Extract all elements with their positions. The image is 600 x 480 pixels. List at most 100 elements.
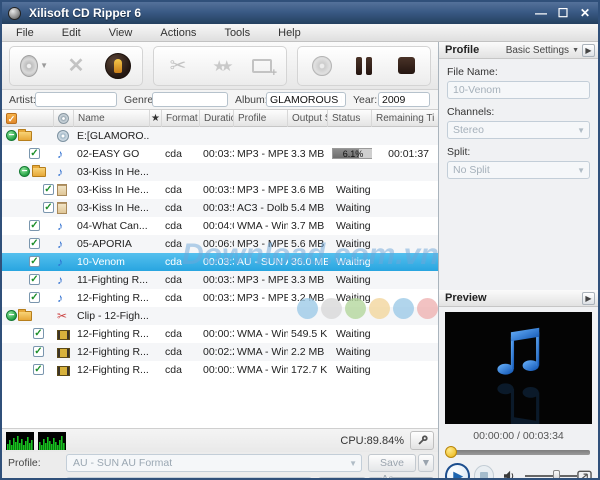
remaining-column-header[interactable]: Remaining Time (372, 110, 435, 127)
eject-button[interactable] (308, 52, 336, 80)
star-column-header[interactable]: ★ (150, 110, 162, 127)
add-profile-button[interactable] (248, 52, 276, 80)
maximize-button[interactable]: ☐ (556, 6, 570, 20)
toolbar: ▼ ✕ ✂ ★★ (2, 42, 438, 90)
start-rip-icon (105, 53, 131, 79)
play-button[interactable]: ▶ (445, 463, 470, 480)
collapse-preview-button[interactable]: ▶ (582, 292, 595, 305)
status-column-header[interactable]: Status (328, 110, 372, 127)
preview-panel-title: Preview (445, 292, 487, 304)
table-row[interactable]: ✓♪05-APORIAcda00:06:09MP3 - MPEG ...5.6 … (2, 235, 438, 253)
row-checkbox[interactable]: ✓ (29, 256, 40, 267)
preview-stop-button[interactable] (474, 465, 495, 480)
menu-file[interactable]: File (2, 27, 48, 39)
eject-disc-icon (312, 56, 332, 76)
row-checkbox[interactable]: ✓ (29, 220, 40, 231)
note-icon: ♪ (57, 255, 63, 269)
table-row[interactable]: ✓12-Fighting R...cda00:00:11WMA - Wind..… (2, 361, 438, 379)
duration-column-header[interactable]: Duration (200, 110, 234, 127)
note-icon: ♪ (57, 219, 63, 233)
table-row[interactable]: ✓♪12-Fighting R...cda00:03:28MP3 - MPEG … (2, 289, 438, 307)
select-all-header[interactable]: ✓ (2, 110, 54, 127)
table-header: ✓ Name ★ Format Duration Profile Output … (2, 110, 438, 127)
effects-icon: ★★ (213, 57, 228, 75)
table-row[interactable]: ✓12-Fighting R...cda00:00:35WMA - Wind..… (2, 325, 438, 343)
expand-toggle[interactable]: − (19, 166, 30, 177)
row-checkbox[interactable]: ✓ (43, 184, 54, 195)
channels-select[interactable]: Stereo ▼ (447, 121, 590, 139)
row-checkbox[interactable]: ✓ (33, 346, 44, 357)
start-rip-button[interactable] (104, 52, 132, 80)
table-row[interactable]: ✓♪02-EASY GOcda00:03:38MP3 - MPEG ...3.3… (2, 145, 438, 163)
save-as-dropdown-button[interactable]: ▼ (418, 454, 434, 472)
volume-slider[interactable] (525, 475, 577, 477)
settings-button[interactable] (410, 431, 434, 450)
menu-view[interactable]: View (95, 27, 147, 39)
menu-help[interactable]: Help (264, 27, 315, 39)
row-checkbox[interactable]: ✓ (43, 202, 54, 213)
pause-button[interactable] (350, 52, 378, 80)
settings-mode-toggle[interactable]: Basic Settings (506, 45, 569, 56)
chevron-down-icon: ▼ (40, 61, 48, 70)
seek-bar[interactable] (447, 450, 590, 455)
seek-knob[interactable] (445, 446, 457, 458)
profile-combo[interactable]: AU - SUN AU Format ▼ (66, 454, 362, 472)
expand-toggle[interactable]: − (6, 130, 17, 141)
volume-knob[interactable] (553, 470, 560, 480)
table-row[interactable]: −✂Clip - 12-Figh... (2, 307, 438, 325)
table-row[interactable]: ✓♪04-What Can...cda00:04:02WMA - Wind...… (2, 217, 438, 235)
year-input[interactable] (378, 92, 430, 107)
stop-button[interactable] (392, 52, 420, 80)
expand-toggle[interactable]: − (6, 310, 17, 321)
profile-panel-header: Profile Basic Settings ▼ ▶ (439, 42, 598, 59)
format-column-header[interactable]: Format (162, 110, 200, 127)
album-input[interactable] (266, 92, 346, 107)
menu-tools[interactable]: Tools (210, 27, 264, 39)
output-size-column-header[interactable]: Output Size (288, 110, 328, 127)
row-checkbox[interactable]: ✓ (29, 238, 40, 249)
minimize-button[interactable]: — (534, 6, 548, 20)
table-row[interactable]: ✓12-Fighting R...cda00:02:25WMA - Wind..… (2, 343, 438, 361)
close-button[interactable]: ✕ (578, 6, 592, 20)
genre-input[interactable] (152, 92, 228, 107)
row-checkbox[interactable]: ✓ (29, 274, 40, 285)
row-checkbox[interactable]: ✓ (29, 148, 40, 159)
file-icon (57, 184, 67, 196)
preview-video-area (445, 312, 592, 424)
table-row[interactable]: −E:[GLAMORO... (2, 127, 438, 145)
rip-disc-button[interactable]: ▼ (20, 52, 48, 80)
table-row[interactable]: ✓♪11-Fighting R...cda00:03:34MP3 - MPEG … (2, 271, 438, 289)
split-select[interactable]: No Split ▼ (447, 161, 590, 179)
table-row[interactable]: ✓03-Kiss In He...cda00:03:54MP3 - MPEG .… (2, 181, 438, 199)
collapse-panel-button[interactable]: ▶ (582, 44, 595, 57)
destination-row: Destination: D:\My Music ▼ Browse... ▼ O… (2, 475, 438, 480)
profile-column-header[interactable]: Profile (234, 110, 288, 127)
row-checkbox[interactable]: ✓ (33, 364, 44, 375)
chevron-down-icon: ▼ (577, 163, 585, 179)
effects-button[interactable]: ★★ (206, 52, 234, 80)
name-column-header[interactable]: Name (74, 110, 150, 127)
menu-edit[interactable]: Edit (48, 27, 95, 39)
table-row[interactable]: ✓03-Kiss In He...cda00:03:54AC3 - Dolby … (2, 199, 438, 217)
chevron-down-icon: ▼ (349, 456, 357, 472)
table-row[interactable]: −♪03-Kiss In He... (2, 163, 438, 181)
folder-icon (18, 311, 32, 321)
artist-input[interactable] (35, 92, 117, 107)
table-row[interactable]: ✓♪10-Venomcda00:03:34AU - SUN AU...36.0 … (2, 253, 438, 271)
file-name-input[interactable]: 10-Venom (447, 81, 590, 99)
disc-column-icon (58, 113, 69, 124)
waveform-left (6, 432, 34, 450)
file-icon (57, 202, 67, 214)
snapshot-button[interactable] (577, 470, 592, 480)
folder-icon (32, 167, 46, 177)
save-as-button[interactable]: Save As... (368, 454, 416, 472)
menu-actions[interactable]: Actions (146, 27, 210, 39)
note-icon: ♪ (57, 165, 63, 179)
chevron-down-icon: ▼ (572, 47, 579, 54)
remove-button[interactable]: ✕ (62, 52, 90, 80)
chevron-down-icon: ▼ (577, 123, 585, 139)
clip-button[interactable]: ✂ (164, 52, 192, 80)
type-column-header[interactable] (54, 110, 74, 127)
row-checkbox[interactable]: ✓ (29, 292, 40, 303)
row-checkbox[interactable]: ✓ (33, 328, 44, 339)
